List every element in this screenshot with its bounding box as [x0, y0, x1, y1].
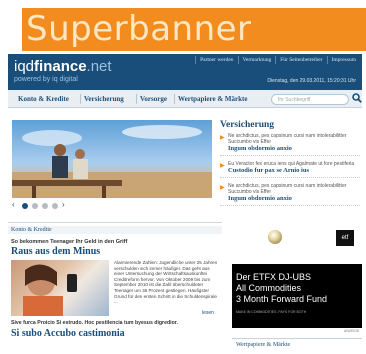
carousel-dot[interactable] [52, 203, 58, 209]
ad-line: All Commodities [236, 283, 302, 293]
etf-logo: etf [336, 230, 354, 246]
arrow-icon: ▶ [220, 185, 225, 191]
logo-tagline: powered by iq digital [14, 76, 78, 83]
sidebar-section-title[interactable]: Wertpapiere & Märkte [232, 338, 362, 352]
topnav-impressum[interactable]: Impressum [326, 56, 360, 64]
article-body: Alarmierende Zahlen: Jugendliche unter 2… [114, 260, 218, 305]
site-header: iqdfinance.net powered by iq digital Par… [8, 54, 362, 90]
nav-divider [80, 94, 81, 104]
teaser-text: Ne archdictus, pes capsinum cursi nam in… [228, 183, 347, 195]
teaser-text: Ne archdictus, pes capsinum cursi nam in… [228, 133, 347, 145]
datetime: Dienstag, den 29.03.2011, 15:20:31 Uhr [267, 78, 356, 84]
carousel-dot[interactable] [22, 203, 28, 209]
hero-illustration [12, 125, 212, 198]
carousel-dots: ‹ › [12, 200, 72, 212]
top-nav: Partner werden Vermarktung Für Seitenbet… [195, 56, 360, 64]
nav-item-versicherung[interactable]: Versicherung [84, 95, 124, 103]
konto-section: Konto & Kredite So bekommen Teenager Ihr… [8, 222, 222, 354]
etf-advertisement[interactable]: etf Der ETFX DJ-UBS All Commodities 3 Mo… [232, 222, 362, 328]
ad-disclaimer: MAKE IN COMMODITIES, PAYS FOR BOTH [236, 310, 307, 314]
carousel-next-icon[interactable]: › [62, 200, 65, 209]
carousel-dot[interactable] [32, 203, 38, 209]
ad-line: 3 Month Forward Fund [236, 294, 328, 304]
arrow-icon: ▶ [220, 163, 225, 169]
versicherung-box: Versicherung ▶ Ne archdictus, pes capsin… [220, 120, 360, 211]
article-image[interactable] [11, 260, 109, 316]
superbanner-ad[interactable]: Superbanner [22, 8, 366, 51]
article-kicker: So bekommen Teenager Ihr Geld in den Gri… [11, 239, 128, 245]
versicherung-title[interactable]: Versicherung [220, 120, 360, 130]
nav-divider [174, 94, 175, 104]
teaser-link[interactable]: Ingum obdormio anxio [228, 195, 360, 202]
topnav-partner-werden[interactable]: Partner werden [195, 56, 237, 64]
nav-divider [136, 94, 137, 104]
article-headline[interactable]: Si subo Accubo castimonia [8, 328, 222, 339]
search-icon[interactable] [352, 93, 362, 103]
teaser-link[interactable]: Ingum obdormio anxio [228, 145, 360, 152]
nav-item-vorsorge[interactable]: Vorsorge [140, 95, 167, 103]
article-kicker: Sive furca Proicio Si estrudo. Hoc pesti… [11, 320, 178, 326]
superbanner-label: Superbanner [26, 9, 252, 49]
ad-top-panel: etf [232, 222, 362, 264]
globe-icon [268, 230, 282, 244]
ad-note: ANZEIGE [344, 329, 360, 333]
carousel-dot[interactable] [42, 203, 48, 209]
section-label[interactable]: Konto & Kredite [8, 226, 222, 234]
article-illustration [23, 264, 77, 316]
nav-item-wertpapiere[interactable]: Wertpapiere & Märkte [178, 95, 247, 103]
list-item[interactable]: ▶ Ne archdictus, pes capsinum cursi nam … [220, 183, 360, 206]
hero-image[interactable] [12, 120, 212, 198]
teaser-link[interactable]: Custodio fur pax se Arnio ius [228, 167, 360, 174]
article-headline[interactable]: Raus aus dem Minus [8, 246, 222, 257]
topnav-seitenbetreiber[interactable]: Für Seitenbetreiber [275, 56, 326, 64]
arrow-icon: ▶ [220, 135, 225, 141]
read-more-link[interactable]: lesen [202, 310, 214, 316]
main-nav: Konto & Kredite Versicherung Vorsorge We… [8, 90, 362, 108]
site-logo[interactable]: iqdfinance.net [14, 58, 112, 75]
list-item[interactable]: ▶ Eu Veractor fex eruca iens qui Agalmat… [220, 161, 360, 178]
ad-line: Der ETFX DJ-UBS [236, 272, 312, 282]
search-input[interactable]: Ihr Suchbegriff [271, 94, 349, 105]
topnav-vermarktung[interactable]: Vermarktung [237, 56, 276, 64]
list-item[interactable]: ▶ Ne archdictus, pes capsinum cursi nam … [220, 133, 360, 156]
nav-item-konto[interactable]: Konto & Kredite [18, 95, 69, 103]
carousel-prev-icon[interactable]: ‹ [12, 200, 15, 209]
article-teaser: Alarmierende Zahlen: Jugendliche unter 2… [8, 260, 222, 318]
